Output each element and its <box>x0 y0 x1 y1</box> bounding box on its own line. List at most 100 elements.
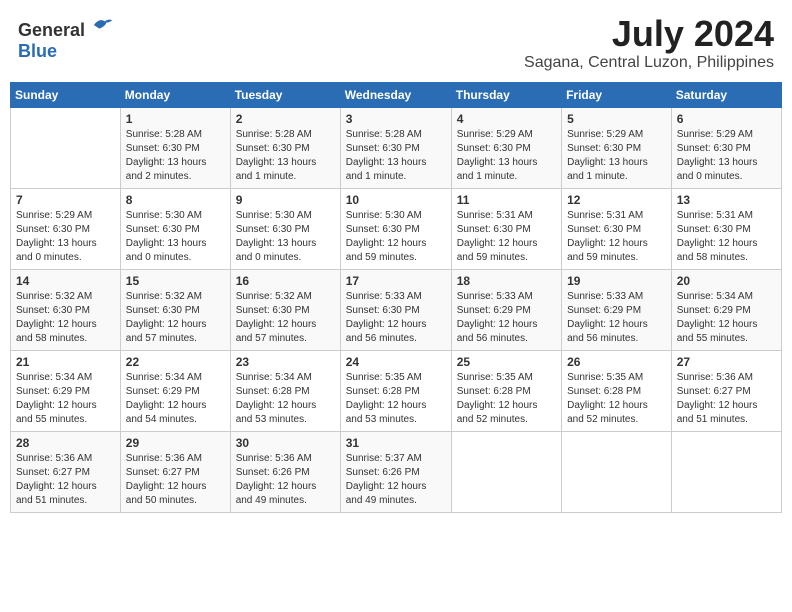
day-info: Sunrise: 5:36 AM Sunset: 6:27 PM Dayligh… <box>126 452 225 508</box>
day-number: 28 <box>16 436 115 450</box>
day-info: Sunrise: 5:35 AM Sunset: 6:28 PM Dayligh… <box>346 371 446 427</box>
logo-bird-icon <box>92 14 114 36</box>
day-info: Sunrise: 5:31 AM Sunset: 6:30 PM Dayligh… <box>677 209 776 265</box>
calendar-week-row: 28 Sunrise: 5:36 AM Sunset: 6:27 PM Dayli… <box>11 431 782 512</box>
day-number: 23 <box>236 355 335 369</box>
calendar-cell: 22Sunrise: 5:34 AM Sunset: 6:29 PM Dayli… <box>120 350 230 431</box>
calendar-cell <box>451 431 561 512</box>
day-number: 5 <box>567 112 666 126</box>
calendar-cell: 27 Sunrise: 5:36 AM Sunset: 6:27 PM Dayli… <box>671 350 781 431</box>
day-info: Sunrise: 5:32 AM Sunset: 6:30 PM Dayligh… <box>16 290 115 346</box>
day-number: 2 <box>236 112 335 126</box>
day-number: 15 <box>126 274 225 288</box>
calendar-cell <box>11 107 121 188</box>
day-info: Sunrise: 5:36 AM Sunset: 6:26 PM Dayligh… <box>236 452 335 508</box>
location-subtitle: Sagana, Central Luzon, Philippines <box>524 54 774 72</box>
day-info: Sunrise: 5:31 AM Sunset: 6:30 PM Dayligh… <box>567 209 666 265</box>
day-number: 19 <box>567 274 666 288</box>
calendar-cell: 14 Sunrise: 5:32 AM Sunset: 6:30 PM Dayli… <box>11 269 121 350</box>
day-header-thursday: Thursday <box>451 82 561 107</box>
day-number: 10 <box>346 193 446 207</box>
day-info: Sunrise: 5:29 AM Sunset: 6:30 PM Dayligh… <box>457 128 556 184</box>
calendar-table: SundayMondayTuesdayWednesdayThursdayFrid… <box>10 82 782 513</box>
day-number: 3 <box>346 112 446 126</box>
day-number: 14 <box>16 274 115 288</box>
logo-wordmark: General Blue <box>18 14 114 62</box>
calendar-cell: 21 Sunrise: 5:34 AM Sunset: 6:29 PM Dayli… <box>11 350 121 431</box>
day-info: Sunrise: 5:33 AM Sunset: 6:30 PM Dayligh… <box>346 290 446 346</box>
calendar-cell: 13 Sunrise: 5:31 AM Sunset: 6:30 PM Dayli… <box>671 188 781 269</box>
day-info: Sunrise: 5:37 AM Sunset: 6:26 PM Dayligh… <box>346 452 446 508</box>
calendar-cell: 16Sunrise: 5:32 AM Sunset: 6:30 PM Dayli… <box>230 269 340 350</box>
calendar-week-row: 14 Sunrise: 5:32 AM Sunset: 6:30 PM Dayli… <box>11 269 782 350</box>
month-year-title: July 2024 <box>524 14 774 54</box>
calendar-cell: 3Sunrise: 5:28 AM Sunset: 6:30 PM Daylig… <box>340 107 451 188</box>
day-number: 30 <box>236 436 335 450</box>
logo: General Blue <box>18 14 114 62</box>
day-number: 27 <box>677 355 776 369</box>
day-number: 21 <box>16 355 115 369</box>
day-number: 29 <box>126 436 225 450</box>
day-info: Sunrise: 5:34 AM Sunset: 6:29 PM Dayligh… <box>16 371 115 427</box>
day-number: 17 <box>346 274 446 288</box>
day-info: Sunrise: 5:36 AM Sunset: 6:27 PM Dayligh… <box>16 452 115 508</box>
day-number: 20 <box>677 274 776 288</box>
calendar-cell: 9 Sunrise: 5:30 AM Sunset: 6:30 PM Daylig… <box>230 188 340 269</box>
day-header-sunday: Sunday <box>11 82 121 107</box>
calendar-cell: 15 Sunrise: 5:32 AM Sunset: 6:30 PM Dayli… <box>120 269 230 350</box>
day-header-saturday: Saturday <box>671 82 781 107</box>
day-number: 24 <box>346 355 446 369</box>
calendar-header-row: SundayMondayTuesdayWednesdayThursdayFrid… <box>11 82 782 107</box>
calendar-cell: 30 Sunrise: 5:36 AM Sunset: 6:26 PM Dayli… <box>230 431 340 512</box>
calendar-cell: 28 Sunrise: 5:36 AM Sunset: 6:27 PM Dayli… <box>11 431 121 512</box>
day-number: 6 <box>677 112 776 126</box>
day-info: Sunrise: 5:35 AM Sunset: 6:28 PM Dayligh… <box>457 371 556 427</box>
day-info: Sunrise: 5:30 AM Sunset: 6:30 PM Dayligh… <box>346 209 446 265</box>
day-number: 18 <box>457 274 556 288</box>
calendar-cell: 25 Sunrise: 5:35 AM Sunset: 6:28 PM Dayli… <box>451 350 561 431</box>
day-number: 9 <box>236 193 335 207</box>
calendar-cell: 31Sunrise: 5:37 AM Sunset: 6:26 PM Dayli… <box>340 431 451 512</box>
calendar-week-row: 7Sunrise: 5:29 AM Sunset: 6:30 PM Daylig… <box>11 188 782 269</box>
calendar-cell <box>562 431 672 512</box>
day-info: Sunrise: 5:30 AM Sunset: 6:30 PM Dayligh… <box>126 209 225 265</box>
calendar-cell: 6 Sunrise: 5:29 AM Sunset: 6:30 PM Daylig… <box>671 107 781 188</box>
day-info: Sunrise: 5:28 AM Sunset: 6:30 PM Dayligh… <box>126 128 225 184</box>
calendar-cell <box>671 431 781 512</box>
day-number: 13 <box>677 193 776 207</box>
day-number: 25 <box>457 355 556 369</box>
calendar-week-row: 21 Sunrise: 5:34 AM Sunset: 6:29 PM Dayli… <box>11 350 782 431</box>
logo-general: General <box>18 20 85 40</box>
calendar-cell: 10 Sunrise: 5:30 AM Sunset: 6:30 PM Dayli… <box>340 188 451 269</box>
day-info: Sunrise: 5:33 AM Sunset: 6:29 PM Dayligh… <box>457 290 556 346</box>
day-header-friday: Friday <box>562 82 672 107</box>
calendar-cell: 11 Sunrise: 5:31 AM Sunset: 6:30 PM Dayli… <box>451 188 561 269</box>
day-info: Sunrise: 5:32 AM Sunset: 6:30 PM Dayligh… <box>126 290 225 346</box>
day-info: Sunrise: 5:30 AM Sunset: 6:30 PM Dayligh… <box>236 209 335 265</box>
calendar-cell: 23 Sunrise: 5:34 AM Sunset: 6:28 PM Dayli… <box>230 350 340 431</box>
calendar-cell: 17 Sunrise: 5:33 AM Sunset: 6:30 PM Dayli… <box>340 269 451 350</box>
page-header: General Blue July 2024 Sagana, Central L… <box>10 10 782 76</box>
day-number: 8 <box>126 193 225 207</box>
day-number: 16 <box>236 274 335 288</box>
day-header-monday: Monday <box>120 82 230 107</box>
day-info: Sunrise: 5:28 AM Sunset: 6:30 PM Dayligh… <box>236 128 335 184</box>
day-info: Sunrise: 5:29 AM Sunset: 6:30 PM Dayligh… <box>677 128 776 184</box>
day-info: Sunrise: 5:31 AM Sunset: 6:30 PM Dayligh… <box>457 209 556 265</box>
calendar-week-row: 1Sunrise: 5:28 AM Sunset: 6:30 PM Daylig… <box>11 107 782 188</box>
day-info: Sunrise: 5:34 AM Sunset: 6:28 PM Dayligh… <box>236 371 335 427</box>
day-info: Sunrise: 5:34 AM Sunset: 6:29 PM Dayligh… <box>677 290 776 346</box>
day-number: 22 <box>126 355 225 369</box>
calendar-cell: 26Sunrise: 5:35 AM Sunset: 6:28 PM Dayli… <box>562 350 672 431</box>
day-info: Sunrise: 5:36 AM Sunset: 6:27 PM Dayligh… <box>677 371 776 427</box>
calendar-cell: 8 Sunrise: 5:30 AM Sunset: 6:30 PM Daylig… <box>120 188 230 269</box>
day-number: 7 <box>16 193 115 207</box>
day-number: 4 <box>457 112 556 126</box>
day-number: 11 <box>457 193 556 207</box>
day-info: Sunrise: 5:33 AM Sunset: 6:29 PM Dayligh… <box>567 290 666 346</box>
day-info: Sunrise: 5:35 AM Sunset: 6:28 PM Dayligh… <box>567 371 666 427</box>
day-number: 12 <box>567 193 666 207</box>
calendar-cell: 2 Sunrise: 5:28 AM Sunset: 6:30 PM Daylig… <box>230 107 340 188</box>
calendar-cell: 20 Sunrise: 5:34 AM Sunset: 6:29 PM Dayli… <box>671 269 781 350</box>
day-header-wednesday: Wednesday <box>340 82 451 107</box>
